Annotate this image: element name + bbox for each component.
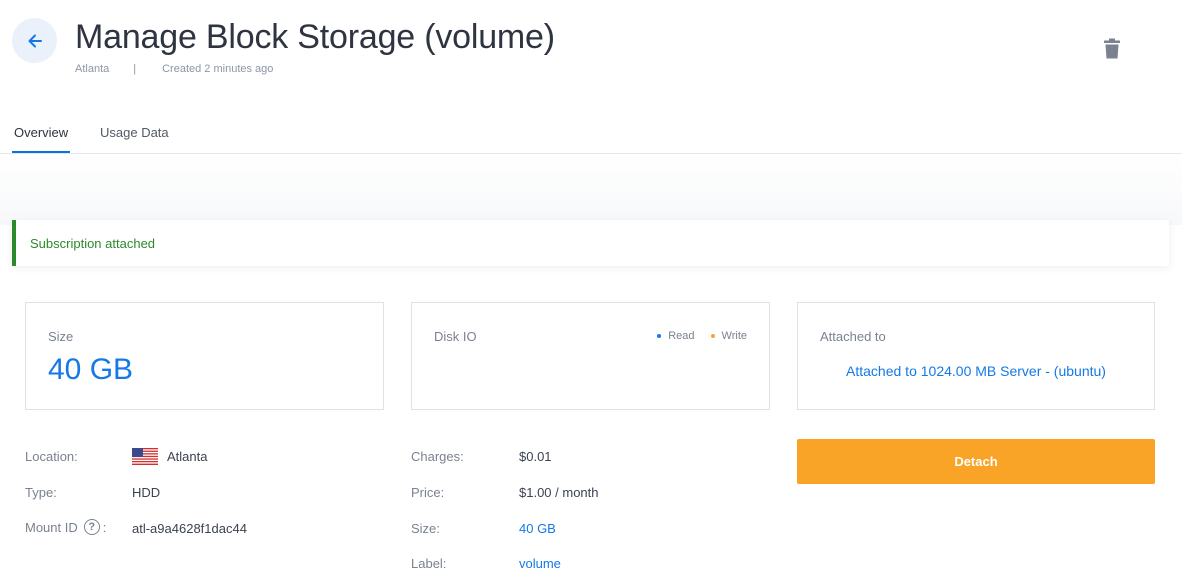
price-value: $1.00 / month	[519, 485, 599, 500]
delete-button[interactable]	[1103, 38, 1121, 60]
disk-io-card: Disk IO Read Write	[411, 302, 770, 410]
tab-bar: Overview Usage Data	[0, 112, 1182, 154]
arrow-left-icon	[28, 34, 42, 47]
detach-button[interactable]: Detach	[797, 439, 1155, 484]
disk-io-legend: Read Write	[657, 330, 747, 342]
active-tab-indicator	[12, 151, 70, 153]
back-button[interactable]	[12, 18, 57, 63]
attached-card: Attached to Attached to 1024.00 MB Serve…	[797, 302, 1155, 410]
content-background	[0, 155, 1182, 225]
mount-id-label: Mount ID ? :	[25, 519, 106, 535]
page-meta: Atlanta | Created 2 minutes ago	[75, 63, 273, 75]
page-title: Manage Block Storage (volume)	[75, 18, 555, 56]
size-card-label: Size	[48, 329, 74, 344]
legend-write: Write	[710, 330, 747, 342]
charges-value: $0.01	[519, 449, 552, 464]
created-meta: Created 2 minutes ago	[162, 63, 274, 75]
trash-icon	[1104, 38, 1120, 59]
location-label: Location:	[25, 449, 78, 464]
location-meta: Atlanta	[75, 63, 110, 75]
help-icon[interactable]: ?	[83, 519, 100, 535]
type-value: HDD	[132, 485, 161, 500]
mount-id-colon: :	[102, 519, 107, 535]
label-label: Label:	[411, 556, 447, 568]
write-dot-icon	[710, 334, 715, 338]
legend-read-label: Read	[668, 330, 695, 342]
label-value-link[interactable]: volume	[519, 556, 561, 568]
size-value-link[interactable]: 40 GB	[519, 521, 556, 536]
price-label: Price:	[411, 485, 445, 500]
attached-card-label: Attached to	[820, 329, 886, 344]
attached-server-link[interactable]: Attached to 1024.00 MB Server - (ubuntu)	[798, 363, 1154, 379]
alert-text: Subscription attached	[30, 235, 156, 251]
type-label: Type:	[25, 485, 57, 500]
tab-usage-data[interactable]: Usage Data	[100, 125, 169, 140]
legend-read: Read	[657, 330, 695, 342]
legend-write-label: Write	[721, 330, 747, 342]
location-value: Atlanta	[132, 448, 207, 465]
mount-id-value: atl-a9a4628f1dac44	[132, 521, 247, 536]
charges-label: Charges:	[411, 449, 464, 464]
read-dot-icon	[657, 334, 662, 338]
tab-overview[interactable]: Overview	[14, 125, 68, 140]
meta-separator: |	[133, 63, 137, 75]
size-card-value: 40 GB	[48, 353, 134, 386]
size-card: Size 40 GB	[25, 302, 384, 410]
us-flag-icon	[132, 448, 158, 465]
success-alert: Subscription attached	[12, 220, 1169, 266]
disk-io-card-label: Disk IO	[434, 329, 477, 344]
location-text: Atlanta	[167, 449, 208, 464]
size-label: Size:	[411, 521, 440, 536]
mount-id-label-text: Mount ID	[25, 519, 78, 535]
